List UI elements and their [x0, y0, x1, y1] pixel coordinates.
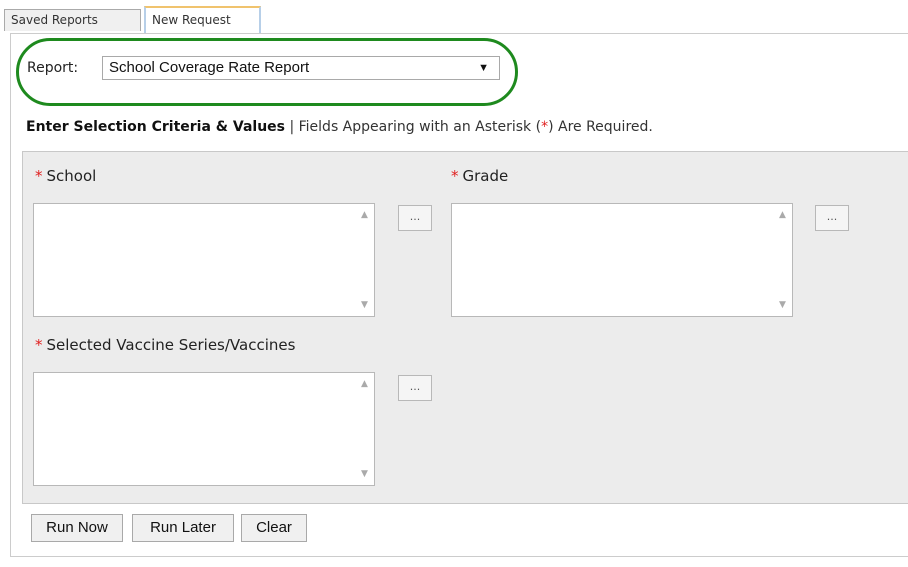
grade-listbox[interactable]: ▲ ▼: [451, 203, 793, 317]
scroll-up-icon[interactable]: ▲: [361, 210, 368, 220]
scroll-down-icon[interactable]: ▼: [361, 469, 368, 479]
report-selected-value: School Coverage Rate Report: [109, 59, 310, 76]
scroll-down-icon[interactable]: ▼: [779, 300, 786, 310]
required-marker: *: [35, 336, 43, 354]
school-browse-button[interactable]: ...: [398, 205, 432, 231]
school-label-text: School: [46, 167, 97, 185]
run-now-button[interactable]: Run Now: [31, 514, 123, 542]
grade-label-text: Grade: [462, 167, 509, 185]
criteria-heading: Enter Selection Criteria & Values | Fiel…: [26, 119, 653, 135]
dropdown-arrow-icon: ▼: [478, 62, 489, 74]
vaccine-browse-button[interactable]: ...: [398, 375, 432, 401]
scroll-up-icon[interactable]: ▲: [779, 210, 786, 220]
vaccine-label: * Selected Vaccine Series/Vaccines: [35, 336, 295, 354]
report-label: Report:: [27, 60, 79, 76]
required-marker: *: [451, 167, 459, 185]
run-later-button[interactable]: Run Later: [132, 514, 234, 542]
grade-label: * Grade: [451, 167, 508, 185]
school-label: * School: [35, 167, 96, 185]
school-scrollbar[interactable]: ▲ ▼: [357, 204, 374, 316]
grade-browse-button[interactable]: ...: [815, 205, 849, 231]
required-marker: *: [35, 167, 43, 185]
criteria-title: Enter Selection Criteria & Values: [26, 119, 285, 135]
criteria-separator: |: [285, 119, 299, 135]
criteria-note-suffix: ) Are Required.: [548, 119, 653, 135]
tab-saved-reports[interactable]: Saved Reports: [4, 9, 141, 31]
clear-button[interactable]: Clear: [241, 514, 307, 542]
vaccine-listbox[interactable]: ▲ ▼: [33, 372, 375, 486]
grade-scrollbar[interactable]: ▲ ▼: [775, 204, 792, 316]
scroll-up-icon[interactable]: ▲: [361, 379, 368, 389]
report-select[interactable]: School Coverage Rate Report ▼: [102, 56, 500, 80]
school-listbox[interactable]: ▲ ▼: [33, 203, 375, 317]
scroll-down-icon[interactable]: ▼: [361, 300, 368, 310]
tab-new-request[interactable]: New Request: [144, 6, 261, 34]
criteria-note-prefix: Fields Appearing with an Asterisk (: [298, 119, 542, 135]
vaccine-scrollbar[interactable]: ▲ ▼: [357, 373, 374, 485]
vaccine-label-text: Selected Vaccine Series/Vaccines: [46, 336, 296, 354]
